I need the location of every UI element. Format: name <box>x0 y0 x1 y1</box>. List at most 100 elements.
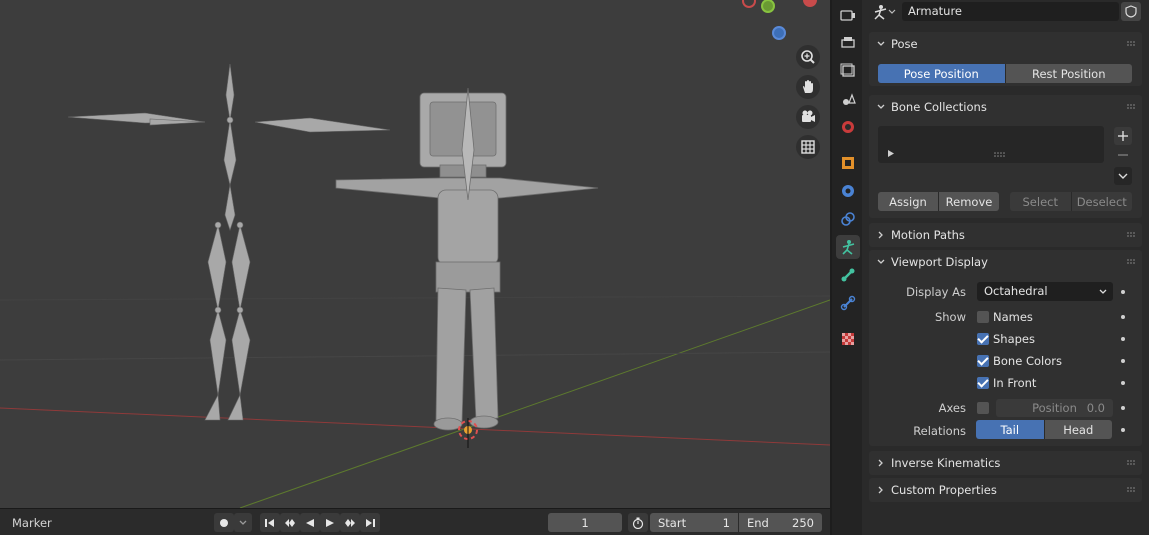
keyframe-dot[interactable] <box>1121 359 1125 363</box>
bone-collections-header[interactable]: Bone Collections <box>869 95 1142 119</box>
select-button[interactable]: Select <box>1010 192 1072 211</box>
assign-button[interactable]: Assign <box>878 192 939 211</box>
object-icon <box>842 157 854 169</box>
chevron-down-icon <box>877 104 885 109</box>
keyframe-dot[interactable] <box>1121 315 1125 319</box>
keyframe-dot[interactable] <box>1121 406 1125 410</box>
tab-texture[interactable] <box>836 327 860 351</box>
bone-colors-checkbox[interactable] <box>977 355 989 367</box>
armature-icon <box>874 5 887 20</box>
keyframe-dot[interactable] <box>1121 290 1125 294</box>
inverse-kinematics-header[interactable]: Inverse Kinematics <box>869 451 1142 475</box>
tab-object-data-armature[interactable] <box>836 235 860 259</box>
motion-paths-header[interactable]: Motion Paths <box>869 223 1142 247</box>
axes-checkbox[interactable] <box>977 402 989 414</box>
grid-icon[interactable] <box>796 135 820 159</box>
constraint-icon <box>841 212 855 226</box>
pose-panel: Pose Pose Position Rest Position <box>869 32 1142 86</box>
3d-viewport[interactable] <box>0 0 830 508</box>
names-checkbox[interactable] <box>977 311 989 323</box>
resize-handle-icon <box>994 152 1005 157</box>
tab-bone[interactable] <box>836 263 860 287</box>
keyframe-dot[interactable] <box>1121 381 1125 385</box>
position-value: 0.0 <box>1086 401 1105 415</box>
in-front-label[interactable]: In Front <box>993 376 1036 390</box>
hand-pan-icon[interactable] <box>796 75 820 99</box>
relations-head-button[interactable]: Head <box>1044 420 1112 439</box>
properties-header: Armature <box>862 0 1149 24</box>
play-button[interactable] <box>320 513 340 532</box>
keyframe-dot[interactable] <box>1121 428 1125 432</box>
remove-collection-button[interactable] <box>1114 146 1132 164</box>
current-frame-field[interactable]: 1 <box>548 513 622 532</box>
play-reverse-icon <box>306 518 314 527</box>
minus-icon <box>1118 154 1128 156</box>
bone-icon <box>841 268 855 282</box>
jump-to-start-button[interactable] <box>260 513 280 532</box>
tab-view-layer[interactable] <box>836 59 860 83</box>
blender-window: Marker 1 Start 1 End 250 Armature Pose P… <box>0 0 1149 535</box>
shapes-label[interactable]: Shapes <box>993 332 1035 346</box>
fake-user-button[interactable] <box>1121 2 1141 21</box>
armature-name-field[interactable]: Armature <box>902 2 1119 21</box>
motion-paths-panel: Motion Paths <box>869 223 1142 247</box>
tab-world[interactable] <box>836 115 860 139</box>
tab-scene[interactable] <box>836 87 860 111</box>
relations-tail-button[interactable]: Tail <box>976 420 1045 439</box>
end-label: End <box>747 515 769 530</box>
tab-output[interactable] <box>836 31 860 55</box>
scene-canvas[interactable] <box>0 0 830 508</box>
camera-back-icon <box>840 10 855 21</box>
use-preview-range-button[interactable] <box>628 513 648 532</box>
pose-position-button[interactable]: Pose Position <box>878 64 1006 83</box>
display-as-value: Octahedral <box>984 284 1048 298</box>
deselect-button[interactable]: Deselect <box>1071 192 1132 211</box>
jump-to-end-button[interactable] <box>360 513 380 532</box>
rest-position-button[interactable]: Rest Position <box>1005 64 1132 83</box>
add-collection-button[interactable] <box>1114 127 1132 145</box>
custom-properties-panel: Custom Properties <box>869 478 1142 502</box>
keyframe-dot[interactable] <box>1121 337 1125 341</box>
start-frame-field[interactable]: Start 1 <box>650 513 738 532</box>
bone-constraint-icon <box>840 295 856 311</box>
record-button[interactable] <box>214 513 234 532</box>
current-frame-value: 1 <box>581 515 589 530</box>
stopwatch-icon <box>632 517 644 529</box>
armature-data-selector[interactable] <box>872 3 898 21</box>
tab-object[interactable] <box>836 151 860 175</box>
axes-position-field[interactable]: Position 0.0 <box>996 399 1113 417</box>
camera-icon[interactable] <box>796 105 820 129</box>
gizmo-z-dot[interactable] <box>772 26 786 40</box>
record-options-dropdown[interactable] <box>234 513 252 532</box>
play-reverse-button[interactable] <box>300 513 320 532</box>
inverse-kinematics-panel: Inverse Kinematics <box>869 451 1142 475</box>
tv-head-character <box>335 87 599 431</box>
drag-grip-icon <box>1127 259 1135 264</box>
axes-label: Axes <box>938 401 966 415</box>
chevron-right-icon <box>878 459 883 467</box>
marker-menu[interactable]: Marker <box>12 516 52 530</box>
tab-bone-constraints[interactable] <box>836 291 860 315</box>
pose-position-toggle: Pose Position Rest Position <box>878 64 1132 83</box>
names-label[interactable]: Names <box>993 310 1033 324</box>
chevron-right-icon <box>878 231 883 239</box>
end-frame-field[interactable]: End 250 <box>739 513 822 532</box>
bone-collections-list[interactable] <box>878 126 1104 163</box>
shapes-checkbox[interactable] <box>977 333 989 345</box>
viewport-display-header[interactable]: Viewport Display <box>869 250 1142 274</box>
tab-constraints[interactable] <box>836 207 860 231</box>
pose-panel-header[interactable]: Pose <box>869 32 1142 56</box>
zoom-icon[interactable] <box>796 45 820 69</box>
tab-physics[interactable] <box>836 179 860 203</box>
drag-grip-icon <box>1127 232 1135 237</box>
jump-next-keyframe-button[interactable] <box>340 513 360 532</box>
tab-render[interactable] <box>836 3 860 27</box>
custom-properties-header[interactable]: Custom Properties <box>869 478 1142 502</box>
collection-specials-button[interactable] <box>1114 167 1132 185</box>
bone-colors-label[interactable]: Bone Colors <box>993 354 1062 368</box>
jump-prev-keyframe-button[interactable] <box>280 513 300 532</box>
in-front-checkbox[interactable] <box>977 377 989 389</box>
display-as-dropdown[interactable]: Octahedral <box>977 282 1113 301</box>
remove-button[interactable]: Remove <box>939 192 999 211</box>
armature-icon <box>842 240 855 255</box>
